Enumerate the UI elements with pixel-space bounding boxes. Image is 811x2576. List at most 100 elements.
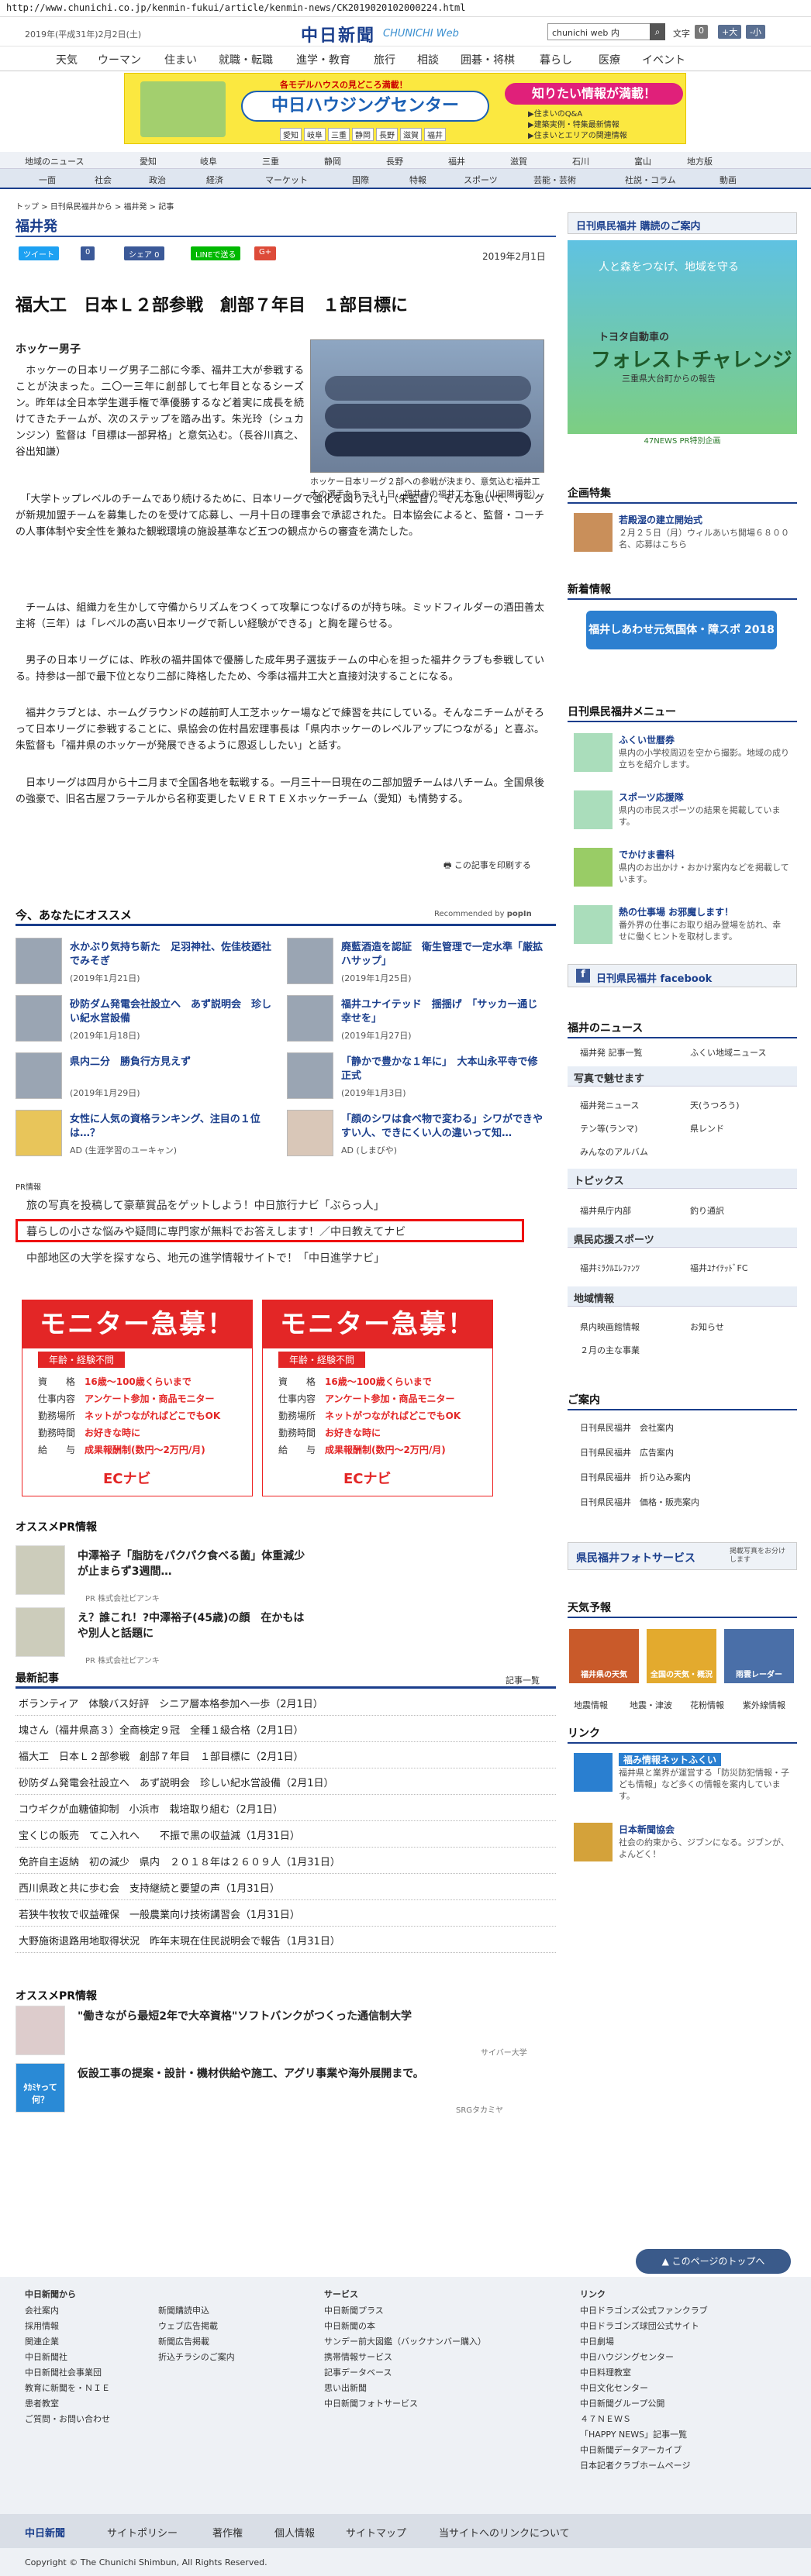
- reco-item[interactable]: 県内二分 勝負行方見えず (2019年1月29日): [16, 1052, 275, 1099]
- pr-item[interactable]: ﾀｶﾐﾔって何？ 仮設工事の提案・設計・機材供給や施工、アグリ事業や海外展開まで。…: [16, 2063, 543, 2117]
- footer-bar-link[interactable]: サイトマップ: [346, 2525, 406, 2540]
- nav-item[interactable]: 相談: [417, 52, 439, 67]
- reco-item-title[interactable]: 「顔のシワは食べ物で変わる」シワができやすい人、できにくい人の違いって知…: [341, 1113, 544, 1141]
- search-button[interactable]: ⌕: [650, 23, 665, 40]
- latest-item[interactable]: 塊さん（福井県高３）全商検定９冠 全種１級合格（2月1日）: [16, 1716, 556, 1742]
- article-photo[interactable]: [310, 339, 544, 473]
- menu-item[interactable]: 熱の仕事場 お邪魔します！ 番外界の仕事にお取り組み登場を訪れ、幸せに働くヒントを…: [568, 901, 797, 947]
- weather-link[interactable]: 花粉情報: [690, 1699, 724, 1711]
- sports-link[interactable]: 福井ﾐﾗｸﾙｴﾚﾌｧﾝﾂ: [580, 1262, 640, 1274]
- fukui-link[interactable]: 福井発 記事一覧: [580, 1046, 643, 1059]
- region-nav-item[interactable]: 福井: [448, 155, 465, 167]
- footer-link[interactable]: 記事データベース: [324, 2365, 486, 2381]
- pr-link[interactable]: 中部地区の大学を探すなら、地元の進学情報サイトで！「中日進学ナビ」: [26, 1250, 385, 1266]
- subscription-banner[interactable]: 日刊県民福井 購読のご案内: [568, 212, 797, 234]
- latest-item[interactable]: 宝くじの販売 てこ入れへ 不振で黒の収益減（1月31日）: [16, 1821, 556, 1848]
- reco-item-title[interactable]: 福井ユナイテッド 揺揺げ 「サッカー通じ幸せを」: [341, 998, 544, 1026]
- latest-item-text[interactable]: 砂防ダム発電会社設立へ あず説明会 珍しい紀水営設備（2月1日）: [19, 1775, 334, 1789]
- site-logo-web[interactable]: CHUNICHI Web: [383, 28, 459, 40]
- fukui-link[interactable]: ふくい地域ニュース: [690, 1046, 766, 1059]
- font-down-button[interactable]: -小: [746, 25, 765, 39]
- back-to-top-button[interactable]: ▲ このページのトップへ: [636, 2249, 791, 2274]
- reco-item-title[interactable]: 女性に人気の資格ランキング、注目の１位は…？: [70, 1113, 273, 1141]
- footer-link[interactable]: 中日新聞フォトサービス: [324, 2396, 486, 2412]
- nav-item[interactable]: 暮らし: [540, 52, 572, 67]
- cat-nav-item[interactable]: スポーツ: [464, 174, 498, 186]
- photo-section-head[interactable]: 写真で魅せます: [568, 1066, 797, 1087]
- guide-link[interactable]: 日刊県民福井 折り込み案内: [580, 1471, 691, 1483]
- footer-link[interactable]: 新聞購読申込: [158, 2303, 235, 2319]
- menu-item-title[interactable]: 熱の仕事場 お邪魔します！: [619, 905, 733, 918]
- nav-item[interactable]: 旅行: [374, 52, 395, 67]
- nav-item[interactable]: イベント: [642, 52, 685, 67]
- footer-link[interactable]: 中日ドラゴンズ球団公式サイト: [580, 2319, 708, 2334]
- sports-link[interactable]: 福井ﾕﾅｲﾃｯﾄﾞFC: [690, 1262, 748, 1274]
- nav-item[interactable]: 住まい: [164, 52, 197, 67]
- footer-link[interactable]: 「HAPPY NEWS」記事一覧: [580, 2427, 708, 2443]
- facebook-link[interactable]: f 日刊県民福井 facebook: [568, 964, 797, 987]
- footer-link[interactable]: ウェブ広告掲載: [158, 2319, 235, 2334]
- guide-link[interactable]: 日刊県民福井 価格・販売案内: [580, 1496, 699, 1508]
- weather-link[interactable]: 地震情報: [574, 1699, 608, 1711]
- reco-item-title[interactable]: 水かぶり気持ち新た 足羽神社、佐佳枝廼社でみそぎ: [70, 941, 273, 969]
- footer-link[interactable]: 中日ハウジングセンター: [580, 2350, 708, 2365]
- cat-nav-item[interactable]: 一面: [39, 174, 56, 186]
- link-item-title[interactable]: 日本新聞協会: [619, 1823, 675, 1836]
- reco-item-title[interactable]: 廃藍酒造を認証 衛生管理で一定水準「厳拡ハサップ」: [341, 941, 544, 969]
- reco-item-title[interactable]: 県内二分 勝負行方見えず: [70, 1056, 273, 1069]
- footer-link[interactable]: サンデー前大図鑑（バックナンバー購入）: [324, 2334, 486, 2350]
- latest-item[interactable]: 大野施術退路用地取得状況 昨年末現在住民説明会で報告（1月31日）: [16, 1927, 556, 1953]
- pr-link[interactable]: 暮らしの小さな悩みや疑問に専門家が無料でお答えします！／中日教えてナビ: [26, 1224, 406, 1239]
- footer-link[interactable]: 中日文化センター: [580, 2381, 708, 2396]
- monitor-ad[interactable]: モニター急募！ 年齢・経験不問 資 格 16歳～100歳くらいまで 仕事内容 ア…: [22, 1300, 253, 1496]
- reco-item[interactable]: 福井ユナイテッド 揺揺げ 「サッカー通じ幸せを」 (2019年1月27日): [287, 995, 547, 1042]
- weather-link[interactable]: 地震・津波: [630, 1699, 672, 1711]
- footer-link[interactable]: 新聞広告掲載: [158, 2334, 235, 2350]
- menu-item-title[interactable]: でかけま書科: [619, 848, 675, 861]
- latest-more-link[interactable]: 記事一覧: [506, 1674, 540, 1686]
- reco-item-title[interactable]: 「静かで豊かな１年に」 大本山永平寺で修正式: [341, 1056, 544, 1083]
- footer-link[interactable]: 採用情報: [25, 2319, 110, 2334]
- pr-item-title[interactable]: 仮設工事の提案・設計・機材供給や施工、アグリ事業や海外展開まで。: [78, 2066, 512, 2082]
- footer-bar-link[interactable]: 個人情報: [274, 2525, 315, 2540]
- print-link[interactable]: 🖶 この記事を印刷する: [443, 859, 531, 873]
- pr-item[interactable]: え？誰これ！?中澤裕子(45歳)の顔 在かもはや別人と話題に PR 株式会社ピアン…: [16, 1607, 543, 1665]
- pr-item[interactable]: "働きながら最短2年で大卒資格"ソフトバンクがつくった通信制大学 サイバー大学: [16, 2006, 543, 2060]
- url-bar[interactable]: http://www.chunichi.co.jp/kenmin-fukui/a…: [0, 0, 811, 17]
- latest-item[interactable]: ボランティア 体験バス好評 シニア層本格参加へ一歩（2月1日）: [16, 1689, 556, 1716]
- reco-item[interactable]: 廃藍酒造を認証 衛生管理で一定水準「厳拡ハサップ」 (2019年1月25日): [287, 938, 547, 984]
- reco-item-title[interactable]: 砂防ダム発電会社設立へ あず説明会 珍しい紀水営設備: [70, 998, 273, 1026]
- weather-link[interactable]: 紫外線情報: [743, 1699, 785, 1711]
- menu-item-title[interactable]: スポーツ応援隊: [619, 790, 684, 804]
- font-reset-button[interactable]: 0: [695, 25, 708, 39]
- footer-link[interactable]: 会社案内: [25, 2303, 110, 2319]
- latest-item-text[interactable]: 宝くじの販売 てこ入れへ 不振で黒の収益減（1月31日）: [19, 1827, 300, 1842]
- latest-item-text[interactable]: 若狭牛牧牧で収益確保 一般農業向け技術講習会（1月31日）: [19, 1906, 300, 1921]
- footer-link[interactable]: 中日新聞プラス: [324, 2303, 486, 2319]
- footer-bar-link[interactable]: 著作権: [212, 2525, 243, 2540]
- link-item-title[interactable]: 福み情報ネットふくい: [619, 1753, 722, 1766]
- region-nav-item[interactable]: 富山: [634, 155, 651, 167]
- cat-nav-item[interactable]: 芸能・芸術: [533, 174, 576, 186]
- footer-link[interactable]: 中日料理教室: [580, 2365, 708, 2381]
- pr-item-title[interactable]: "働きながら最短2年で大卒資格"ソフトバンクがつくった通信制大学: [78, 2009, 512, 2024]
- latest-item-text[interactable]: 福大工 日本Ｌ２部参戦 創部７年目 １部目標に（2月1日）: [19, 1748, 304, 1763]
- tweet-button[interactable]: ツイート: [19, 246, 59, 260]
- latest-item[interactable]: 若狭牛牧牧で収益確保 一般農業向け技術講習会（1月31日）: [16, 1900, 556, 1927]
- weather-tile[interactable]: 福井県の天気: [569, 1629, 639, 1683]
- font-up-button[interactable]: +大: [718, 25, 742, 39]
- footer-link[interactable]: 中日新聞データアーカイブ: [580, 2443, 708, 2458]
- pr-item-title[interactable]: え？誰これ！?中澤裕子(45歳)の顔 在かもはや別人と話題に: [78, 1610, 310, 1641]
- weather-tile[interactable]: 雨雲レーダー: [724, 1629, 794, 1683]
- fb-share-button[interactable]: シェア 0: [124, 246, 164, 260]
- latest-item[interactable]: コウギクが血糖値抑制 小浜市 栽培取り組む（2月1日）: [16, 1795, 556, 1821]
- menu-item[interactable]: スポーツ応援隊 県内の市民スポーツの結果を掲載しています。: [568, 786, 797, 832]
- cat-nav-item[interactable]: 国際: [352, 174, 369, 186]
- footer-link[interactable]: 中日新聞社: [25, 2350, 110, 2365]
- latest-item-text[interactable]: ボランティア 体験バス好評 シニア層本格参加へ一歩（2月1日）: [19, 1696, 323, 1710]
- latest-item-text[interactable]: コウギクが血糖値抑制 小浜市 栽培取り組む（2月1日）: [19, 1801, 283, 1816]
- nav-item[interactable]: 進学・教育: [296, 52, 350, 67]
- region-nav-item[interactable]: 石川: [572, 155, 589, 167]
- fukui-link[interactable]: 県レンド: [690, 1122, 724, 1135]
- footer-link[interactable]: 折込チラシのご案内: [158, 2350, 235, 2365]
